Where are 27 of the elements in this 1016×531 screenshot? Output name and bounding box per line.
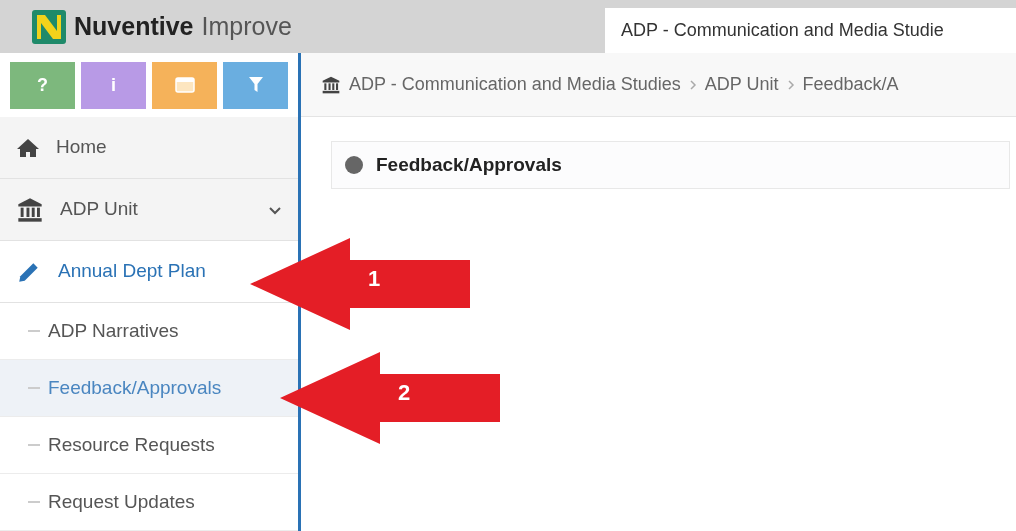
logo-icon <box>32 9 66 44</box>
sidebar-item[interactable]: Annual Dept Plan <box>0 241 298 303</box>
bank-icon <box>321 74 341 95</box>
page-tab[interactable]: ADP - Communication and Media Studie <box>605 8 1016 53</box>
product-name: Improve <box>201 10 292 42</box>
chevron-right-icon <box>786 79 795 90</box>
filter-button[interactable] <box>223 61 288 109</box>
annotation-number: 1 <box>368 268 381 290</box>
breadcrumb-link[interactable]: ADP - Communication and Media Studies <box>349 71 681 98</box>
breadcrumb-link[interactable]: ADP Unit <box>704 71 779 98</box>
home-icon <box>16 137 40 158</box>
sidebar-subitem[interactable]: Feedback/Approvals <box>0 360 298 417</box>
sidebar-subitem[interactable]: Request Updates <box>0 474 298 531</box>
filter-icon <box>247 76 264 94</box>
chevron-right-icon <box>688 79 697 90</box>
tree-line-icon <box>28 501 40 503</box>
panel-title: Feedback/Approvals <box>376 152 562 177</box>
brand-name: Nuventive <box>74 10 194 42</box>
breadcrumb-link[interactable]: Feedback/A <box>802 71 899 98</box>
sidebar-subitem[interactable]: ADP Narratives <box>0 303 298 360</box>
annotation-number: 2 <box>398 382 411 404</box>
tree-line-icon <box>28 444 40 446</box>
tree-line-icon <box>28 330 40 332</box>
sidebar-subitem[interactable]: Resource Requests <box>0 417 298 474</box>
calendar-button[interactable] <box>152 61 217 109</box>
tree-line-icon <box>28 387 40 389</box>
calendar-icon <box>174 77 195 93</box>
